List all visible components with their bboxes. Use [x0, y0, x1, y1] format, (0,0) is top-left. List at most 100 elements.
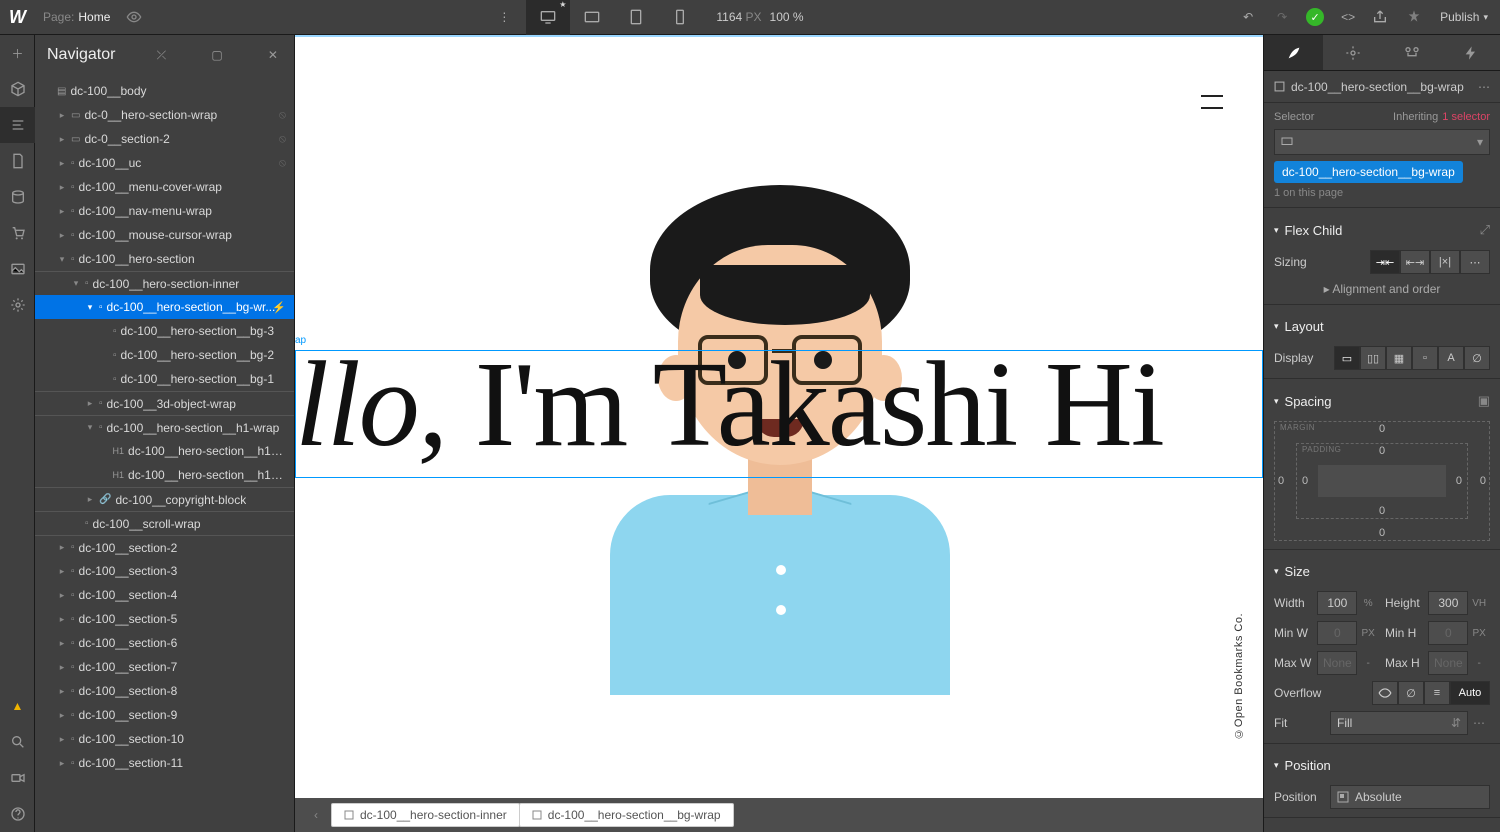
overflow-visible-icon[interactable]	[1372, 681, 1398, 705]
fit-select[interactable]: Fill⇵	[1330, 711, 1468, 735]
tree-node[interactable]: ▸▫dc-100__section-3	[35, 559, 294, 583]
overflow-hidden-icon[interactable]: ∅	[1398, 681, 1424, 705]
zoom-level[interactable]: 100 %	[770, 10, 804, 24]
device-tablet-landscape-icon[interactable]	[570, 0, 614, 35]
tree-node[interactable]: ▸▫dc-100__section-4	[35, 583, 294, 607]
pin-icon[interactable]: ⤫	[153, 48, 171, 63]
audit-warning-icon[interactable]: ▲	[0, 688, 35, 724]
flex-more-icon[interactable]: ⋯	[1460, 250, 1490, 274]
overflow-scroll-icon[interactable]: ≡	[1424, 681, 1450, 705]
expand-section-icon[interactable]: ⤢	[1480, 222, 1490, 238]
display-flex-icon[interactable]: ▯▯	[1360, 346, 1386, 370]
tree-node[interactable]: ▸▫dc-100__menu-cover-wrap	[35, 175, 294, 199]
tree-node[interactable]: ▸▫dc-100__mouse-cursor-wrap	[35, 223, 294, 247]
overflow-group[interactable]: ∅ ≡ Auto	[1372, 681, 1490, 705]
tree-node[interactable]: ▫dc-100__hero-section__bg-3	[35, 319, 294, 343]
tree-node[interactable]: ▾▫dc-100__hero-section__h1-wrap	[35, 415, 294, 439]
copyright-vertical[interactable]: ©Open Bookmarks Co.	[1233, 613, 1245, 740]
tree-node[interactable]: ▸▫dc-100__nav-menu-wrap	[35, 199, 294, 223]
display-inline-block-icon[interactable]: ▫	[1412, 346, 1438, 370]
help-icon[interactable]	[0, 796, 35, 832]
close-icon[interactable]: ✕	[264, 48, 282, 62]
assets-icon[interactable]	[0, 251, 35, 287]
navigator-tree[interactable]: ▤dc-100__body▸▭dc-0__hero-section-wrap⦸▸…	[35, 75, 294, 832]
tree-node[interactable]: ▸▫dc-100__section-7	[35, 655, 294, 679]
tree-node[interactable]: ▾▫dc-100__hero-section	[35, 247, 294, 271]
kebab-icon[interactable]: ⋮	[482, 0, 526, 35]
element-more-icon[interactable]: ⋯	[1478, 80, 1490, 94]
tree-node[interactable]: ▸▫dc-100__uc⦸	[35, 151, 294, 175]
expand-icon[interactable]: ▢	[207, 48, 226, 62]
tree-node[interactable]: ▸▫dc-100__section-2	[35, 535, 294, 559]
display-grid-icon[interactable]: ▦	[1386, 346, 1412, 370]
position-select[interactable]: Absolute	[1330, 785, 1490, 809]
tree-node[interactable]: H1dc-100__hero-section__h1-text	[35, 439, 294, 463]
hidden-icon[interactable]: ⦸	[279, 157, 286, 170]
publish-button[interactable]: Publish ▾	[1440, 10, 1488, 24]
flex-sizing-group[interactable]: ⇥⇤ ⇤⇥ |×| ⋯	[1370, 250, 1490, 274]
tree-node[interactable]: ▸▫dc-100__section-10	[35, 727, 294, 751]
tree-node[interactable]: ▸▫dc-100__section-9	[35, 703, 294, 727]
inheriting-from[interactable]: 1 selector	[1442, 111, 1490, 123]
element-settings-tab-icon[interactable]	[1323, 35, 1382, 70]
display-group[interactable]: ▭ ▯▯ ▦ ▫ A ∅	[1334, 346, 1490, 370]
hidden-icon[interactable]: ⦸	[279, 133, 286, 146]
display-inline-icon[interactable]: A	[1438, 346, 1464, 370]
style-manager-tab-icon[interactable]	[1382, 35, 1441, 70]
breadcrumb-item[interactable]: dc-100__hero-section-inner	[331, 803, 520, 827]
pages-icon[interactable]	[0, 143, 35, 179]
site-hamburger-icon[interactable]	[1201, 95, 1223, 109]
settings-icon[interactable]	[0, 287, 35, 323]
status-check-icon[interactable]: ✓	[1306, 8, 1324, 26]
spacing-expand-icon[interactable]: ▣	[1478, 393, 1490, 409]
tree-node[interactable]: H1dc-100__hero-section__h1-text	[35, 463, 294, 487]
tree-node[interactable]: ▸🔗dc-100__copyright-block	[35, 487, 294, 511]
height-input[interactable]: 300	[1428, 591, 1468, 615]
design-canvas[interactable]: llo, I'm Takashi Hi ap ©Open Bookmarks C…	[295, 35, 1263, 798]
export-icon[interactable]	[1372, 9, 1392, 25]
ecommerce-icon[interactable]	[0, 215, 35, 251]
tree-node[interactable]: ▫dc-100__scroll-wrap	[35, 511, 294, 535]
breadcrumb-item[interactable]: dc-100__hero-section__bg-wrap	[519, 803, 734, 827]
flex-grow-icon[interactable]: ⇤⇥	[1400, 250, 1430, 274]
viewport-width[interactable]: 1164 PX	[716, 10, 761, 24]
code-icon[interactable]: <>	[1338, 10, 1358, 24]
navigator-icon[interactable]	[0, 107, 35, 143]
tree-node[interactable]: ▸▫dc-100__section-11	[35, 751, 294, 775]
device-mobile-icon[interactable]	[658, 0, 702, 35]
video-icon[interactable]	[0, 760, 35, 796]
overflow-auto[interactable]: Auto	[1450, 681, 1490, 705]
tree-node[interactable]: ▸▫dc-100__section-8	[35, 679, 294, 703]
webflow-logo[interactable]: W	[0, 0, 35, 35]
tree-node[interactable]: ▸▫dc-100__section-5	[35, 607, 294, 631]
maxh-input[interactable]: None	[1428, 651, 1468, 675]
tree-node[interactable]: ▸▫dc-100__3d-object-wrap	[35, 391, 294, 415]
device-desktop-icon[interactable]	[526, 0, 570, 35]
spacing-editor[interactable]: MARGIN PADDING 0 0 0 0 0 0 0 0	[1274, 421, 1490, 541]
alignment-expand[interactable]: ▸ Alignment and order	[1274, 282, 1490, 296]
interactions-bolt-icon[interactable]: ⚡	[272, 301, 286, 314]
hero-headline[interactable]: llo, I'm Takashi Hi	[295, 335, 1263, 475]
maxw-input[interactable]: None	[1317, 651, 1357, 675]
hidden-icon[interactable]: ⦸	[279, 109, 286, 122]
page-name[interactable]: Home	[74, 10, 110, 24]
flex-shrink-icon[interactable]: ⇥⇤	[1370, 250, 1400, 274]
minw-input[interactable]: 0	[1317, 621, 1357, 645]
tree-node[interactable]: ▾▫dc-100__hero-section-inner	[35, 271, 294, 295]
display-block-icon[interactable]: ▭	[1334, 346, 1360, 370]
device-tablet-icon[interactable]	[614, 0, 658, 35]
display-none-icon[interactable]: ∅	[1464, 346, 1490, 370]
style-tab-icon[interactable]	[1264, 35, 1323, 70]
audit-icon[interactable]	[1406, 9, 1426, 25]
preview-icon[interactable]	[110, 9, 142, 25]
tree-node[interactable]: ▾▫dc-100__hero-section__bg-wr...⚡	[35, 295, 294, 319]
add-element-icon[interactable]: ＋	[0, 35, 35, 71]
minh-input[interactable]: 0	[1428, 621, 1468, 645]
flex-none-icon[interactable]: |×|	[1430, 250, 1460, 274]
interactions-tab-icon[interactable]	[1441, 35, 1500, 70]
undo-icon[interactable]: ↶	[1238, 10, 1258, 24]
fit-more-icon[interactable]: ⋯	[1468, 716, 1490, 730]
tree-node[interactable]: ▫dc-100__hero-section__bg-2	[35, 343, 294, 367]
tree-node[interactable]: ▤dc-100__body	[35, 79, 294, 103]
width-input[interactable]: 100	[1317, 591, 1357, 615]
